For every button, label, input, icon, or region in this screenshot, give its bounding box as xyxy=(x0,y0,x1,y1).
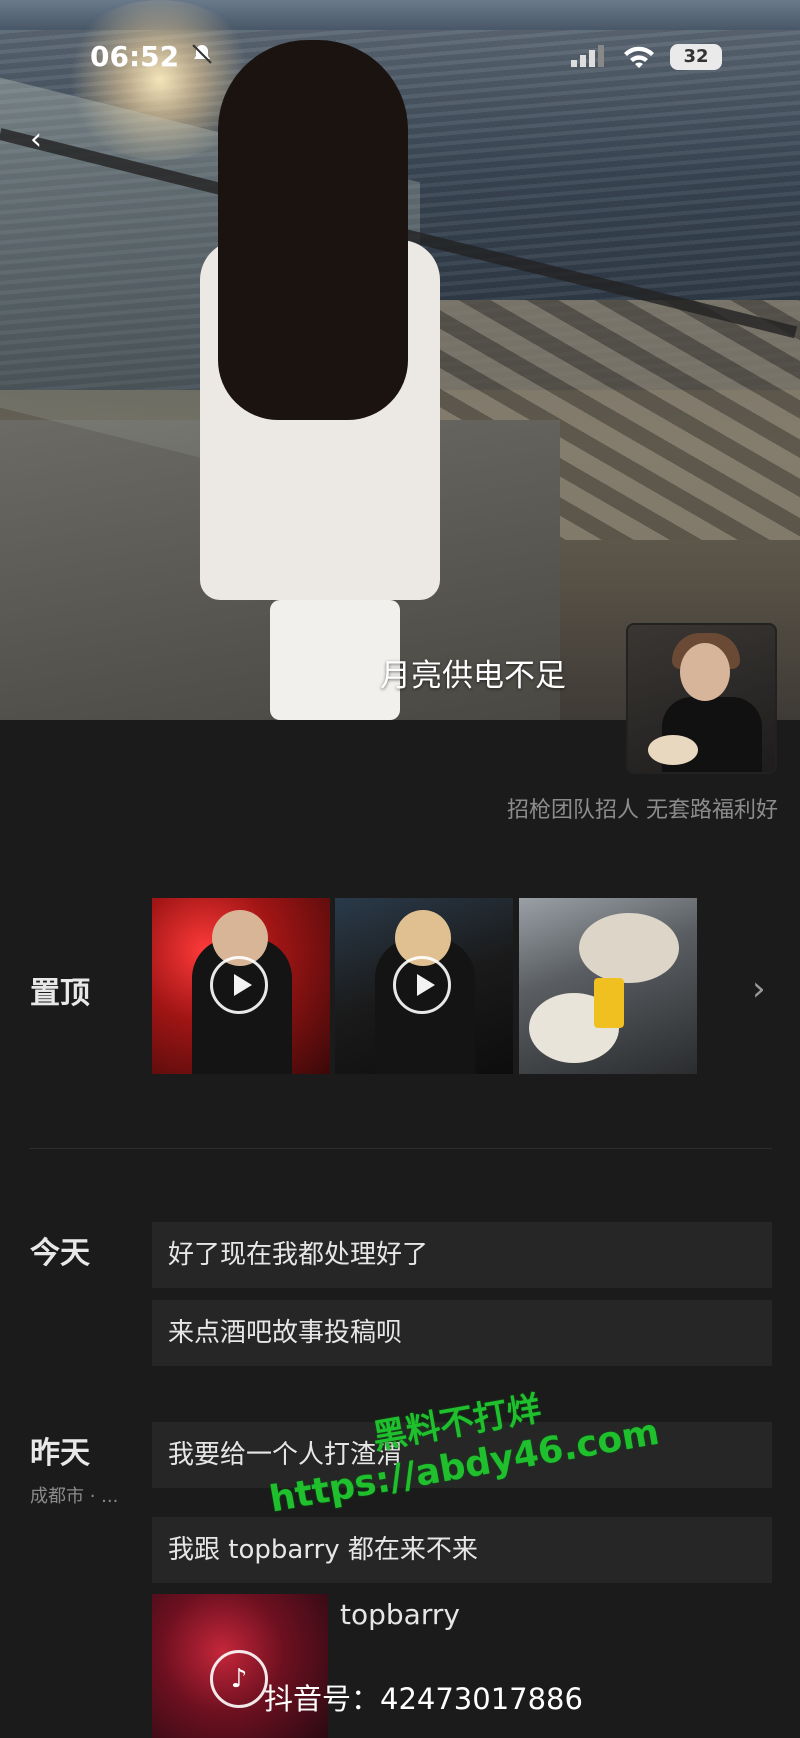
post-row[interactable]: 好了现在我都处理好了 xyxy=(152,1222,772,1288)
section-divider xyxy=(30,1148,772,1149)
play-icon xyxy=(210,956,268,1014)
play-icon xyxy=(393,956,451,1014)
avatar[interactable] xyxy=(626,623,777,774)
post-row[interactable]: 我跟 topbarry 都在来不来 xyxy=(152,1517,772,1583)
location-label: 成都市 · ... xyxy=(30,1486,119,1507)
bell-muted-icon xyxy=(192,44,212,64)
pinned-video-thumbnail[interactable] xyxy=(152,898,330,1074)
profile-bio: 招枪团队招人 无套路福利好 xyxy=(507,798,778,823)
avatar-face xyxy=(680,643,730,701)
signal-icon xyxy=(571,45,604,67)
watermark: 黑料不打烊 https://abdy46.com xyxy=(245,1359,675,1523)
thumbnail-plate xyxy=(579,913,679,983)
cover-title: 月亮供电不足 xyxy=(380,658,566,694)
post-row[interactable]: 来点酒吧故事投稿呗 xyxy=(152,1300,772,1366)
pinned-photo-thumbnail[interactable] xyxy=(519,898,697,1074)
today-label: 今天 xyxy=(30,1236,90,1271)
cover-figure-hair xyxy=(218,40,408,420)
status-time: 06:52 xyxy=(90,40,180,73)
chevron-right-icon[interactable]: › xyxy=(752,972,766,1006)
thumbnail-can xyxy=(594,978,624,1028)
wifi-icon xyxy=(624,46,654,68)
pinned-label: 置顶 xyxy=(30,976,90,1011)
douyin-logo-icon: ♪ xyxy=(210,1650,268,1708)
back-chevron-icon[interactable]: ‹ xyxy=(30,125,50,155)
battery-indicator: 32 xyxy=(670,44,722,70)
card-douyin-id: 抖音号：42473017886 xyxy=(264,1682,583,1716)
card-username[interactable]: topbarry xyxy=(340,1598,460,1631)
yesterday-label: 昨天 xyxy=(30,1436,90,1471)
avatar-plate xyxy=(648,735,698,765)
cover-photo[interactable]: 月亮供电不足 xyxy=(0,0,800,720)
pinned-video-thumbnail[interactable] xyxy=(335,898,513,1074)
